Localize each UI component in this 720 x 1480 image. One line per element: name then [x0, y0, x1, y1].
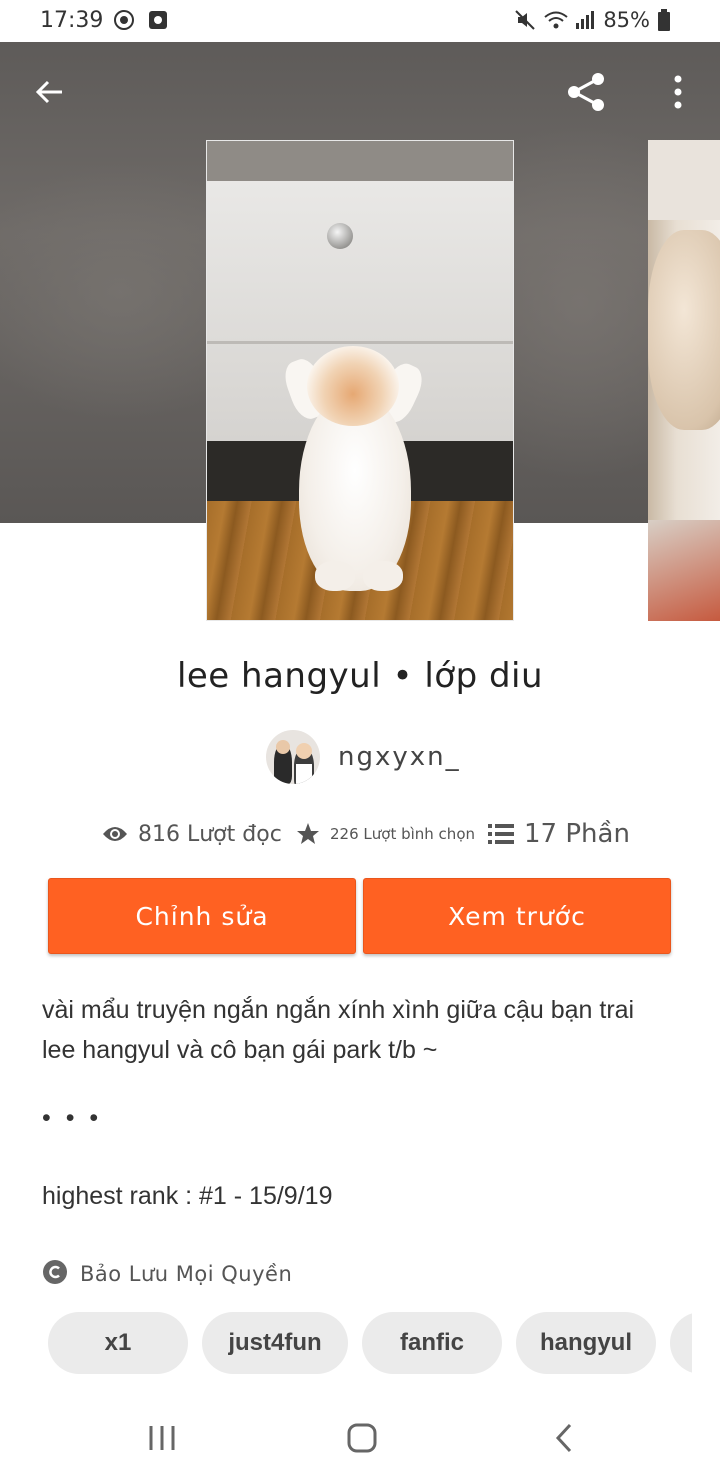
tag-chip[interactable]: hangyul [516, 1312, 656, 1374]
screen-record-icon [146, 8, 170, 32]
copyright-label: Bảo Lưu Mọi Quyền [80, 1262, 293, 1286]
edit-button[interactable]: Chỉnh sửa [48, 878, 356, 954]
share-button[interactable] [558, 64, 614, 120]
system-nav-bar [0, 1398, 720, 1480]
description-line: vài mẩu truyện ngắn ngắn xính xình giữa … [42, 996, 635, 1024]
description-rank: highest rank : #1 - 15/9/19 [42, 1182, 333, 1210]
story-title: lee hangyul • lớp diu [176, 656, 544, 696]
votes-count: 226 Lượt bình chọn [330, 825, 475, 843]
story-stats: 816 Lượt đọc 226 Lượt bình chọn 17 Phần [0, 812, 720, 856]
tag-chip[interactable]: just4fun [202, 1312, 348, 1374]
avatar[interactable] [266, 730, 320, 784]
copyright-icon [42, 1259, 68, 1289]
parts-stat: 17 Phần [488, 812, 630, 856]
reads-count: 816 Lượt đọc [138, 821, 282, 847]
home-icon [347, 1423, 377, 1453]
mute-icon [513, 8, 537, 32]
author-name[interactable]: ngxyxn_ [338, 742, 461, 772]
copyright-notice: Bảo Lưu Mọi Quyền [42, 1258, 292, 1290]
preview-button[interactable]: Xem trước [363, 878, 671, 954]
battery-icon [656, 8, 680, 32]
next-story-cover-image[interactable] [648, 140, 720, 621]
back-button[interactable] [22, 64, 78, 120]
description-line: lee hangyul và cô bạn gái park t/b ~ [42, 1036, 438, 1064]
parts-count: 17 Phần [524, 819, 630, 849]
wifi-icon [543, 8, 568, 32]
status-left-icons [112, 8, 170, 32]
tag-chip[interactable]: fanfic [362, 1312, 502, 1374]
tag-chip[interactable]: x1 [48, 1312, 188, 1374]
status-time: 17:39 [40, 8, 104, 33]
signal-icon [573, 8, 597, 32]
status-right-icons: 85% [513, 8, 680, 32]
system-back-button[interactable] [540, 1416, 588, 1460]
star-icon [296, 822, 320, 846]
reads-stat: 816 Lượt đọc [102, 812, 282, 856]
story-cover-image[interactable] [206, 140, 514, 621]
tag-list: x1 just4fun fanfic hangyul [48, 1312, 692, 1374]
more-options-button[interactable] [650, 64, 706, 120]
author-link[interactable]: ngxyxn_ [266, 730, 461, 784]
story-description: vài mẩu truyện ngắn ngắn xính xình giữa … [42, 990, 682, 1070]
eye-icon [102, 824, 128, 844]
tag-chip[interactable] [670, 1312, 692, 1374]
chevron-left-icon [555, 1423, 572, 1453]
votes-stat: 226 Lượt bình chọn [296, 812, 475, 856]
recent-apps-button[interactable] [138, 1416, 186, 1460]
list-icon [488, 823, 514, 845]
arrow-left-icon [35, 80, 62, 104]
share-icon [568, 73, 604, 111]
recent-apps-icon [149, 1426, 175, 1450]
status-bar: 17:39 85% [0, 0, 720, 42]
media-icon [112, 8, 136, 32]
battery-percent: 85% [603, 8, 650, 32]
more-vertical-icon [674, 75, 682, 109]
home-button[interactable] [338, 1416, 386, 1460]
description-dots: • • • [42, 1104, 103, 1132]
